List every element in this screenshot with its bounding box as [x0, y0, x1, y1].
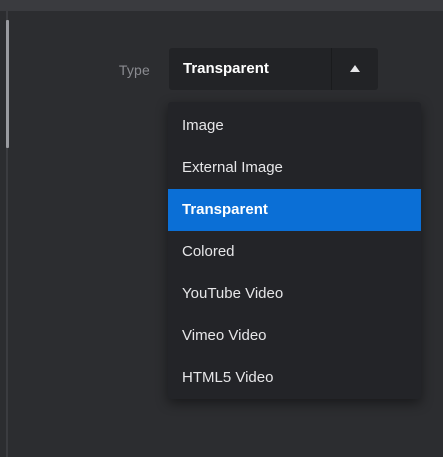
option-youtube-video[interactable]: YouTube Video — [168, 273, 421, 315]
type-select[interactable]: Transparent — [169, 48, 378, 90]
top-bar — [0, 0, 443, 11]
type-select-value: Transparent — [183, 60, 269, 77]
option-transparent[interactable]: Transparent — [168, 189, 421, 231]
scrollbar-thumb[interactable] — [6, 20, 9, 148]
type-field-label: Type — [118, 62, 150, 78]
option-image[interactable]: Image — [168, 105, 421, 147]
option-colored[interactable]: Colored — [168, 231, 421, 273]
caret-up-icon[interactable] — [341, 48, 377, 90]
select-divider — [331, 48, 332, 90]
settings-panel: Type Transparent Image External Image Tr… — [0, 0, 443, 457]
option-vimeo-video[interactable]: Vimeo Video — [168, 315, 421, 357]
option-external-image[interactable]: External Image — [168, 147, 421, 189]
option-html5-video[interactable]: HTML5 Video — [168, 357, 421, 399]
type-dropdown-menu: Image External Image Transparent Colored… — [168, 102, 421, 399]
